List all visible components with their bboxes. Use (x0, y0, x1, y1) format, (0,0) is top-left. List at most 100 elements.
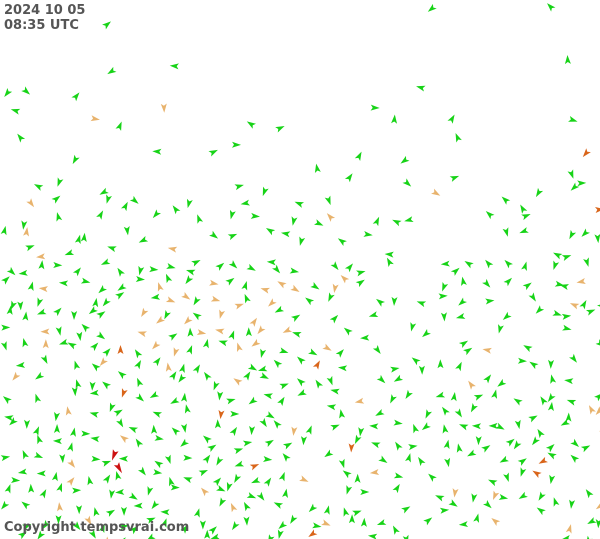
wind-arrow-icon (65, 406, 72, 416)
wind-arrow-icon (452, 488, 459, 498)
wind-arrow-icon (111, 449, 119, 461)
wind-arrow-icon (273, 359, 283, 369)
wind-arrow-icon (502, 227, 509, 237)
wind-arrow-icon (413, 423, 420, 434)
wind-arrow-icon (59, 338, 69, 345)
wind-arrow-icon (121, 201, 128, 212)
wind-arrow-icon (265, 227, 276, 236)
wind-arrow-icon (278, 347, 289, 354)
wind-arrow-icon (360, 517, 367, 527)
wind-arrow-icon (154, 434, 164, 441)
wind-arrow-icon (198, 469, 209, 477)
wind-arrow-icon (290, 284, 300, 292)
wind-arrow-icon (141, 307, 149, 317)
wind-arrow-icon (4, 88, 13, 97)
wind-arrow-icon (53, 424, 60, 434)
wind-arrow-icon (54, 411, 60, 422)
wind-arrow-icon (219, 497, 227, 507)
wind-arrow-icon (57, 502, 64, 512)
wind-arrow-icon (390, 366, 400, 373)
wind-arrow-icon (344, 173, 353, 183)
wind-arrow-icon (296, 378, 306, 387)
wind-arrow-icon (259, 372, 269, 379)
wind-arrow-icon (117, 345, 124, 354)
wind-arrow-icon (39, 489, 47, 499)
wind-arrow-icon (376, 374, 386, 384)
wind-arrow-icon (28, 483, 35, 493)
wind-arrow-icon (181, 291, 191, 300)
wind-arrow-icon (278, 520, 288, 529)
wind-arrow-icon (152, 469, 163, 476)
wind-arrow-icon (96, 331, 106, 340)
wind-arrow-icon (439, 507, 450, 514)
wind-arrow-icon (277, 281, 287, 289)
wind-arrow-icon (552, 309, 562, 316)
wind-arrow-icon (455, 313, 466, 319)
wind-arrow-icon (505, 438, 515, 447)
wind-arrow-icon (522, 282, 532, 291)
wind-arrow-icon (300, 436, 307, 446)
wind-arrow-icon (458, 340, 469, 348)
wind-arrow-icon (310, 281, 320, 290)
wind-arrow-icon (547, 452, 557, 460)
wind-arrow-icon (256, 491, 265, 501)
wind-arrow-icon (402, 534, 409, 539)
wind-arrow-icon (360, 489, 370, 495)
wind-arrow-icon (42, 339, 49, 349)
wind-arrow-icon (582, 148, 591, 158)
wind-arrow-icon (449, 175, 460, 182)
wind-arrow-icon (230, 502, 238, 513)
wind-arrow-icon (577, 180, 587, 187)
wind-arrow-icon (171, 427, 181, 436)
wind-arrow-icon (149, 266, 159, 273)
wind-arrow-icon (401, 506, 411, 514)
wind-arrow-icon (535, 187, 544, 198)
wind-arrow-icon (165, 273, 173, 284)
wind-arrow-icon (520, 204, 528, 214)
wind-arrow-icon (119, 435, 129, 444)
wind-arrow-icon (560, 418, 571, 426)
wind-arrow-icon (273, 502, 284, 509)
wind-arrow-icon (443, 439, 450, 450)
wind-arrow-icon (251, 338, 261, 347)
wind-arrow-icon (468, 380, 476, 390)
wind-arrow-icon (98, 284, 107, 294)
wind-arrow-icon (129, 195, 139, 204)
wind-arrow-icon (343, 507, 350, 517)
wind-arrow-icon (528, 292, 536, 302)
wind-arrow-icon (249, 317, 257, 327)
wind-arrow-icon (448, 499, 458, 507)
wind-arrow-icon (326, 404, 337, 411)
wind-arrow-icon (75, 379, 82, 389)
wind-arrow-icon (450, 267, 460, 276)
wind-arrow-icon (128, 492, 138, 500)
wind-arrow-icon (38, 286, 48, 293)
wind-arrow-icon (595, 207, 600, 214)
wind-arrow-icon (324, 449, 334, 458)
wind-arrow-icon (0, 455, 11, 462)
wind-arrow-icon (1, 324, 11, 331)
wind-arrow-icon (102, 474, 111, 484)
wind-arrow-icon (358, 427, 365, 437)
wind-arrow-icon (528, 415, 538, 423)
wind-arrow-icon (53, 307, 62, 317)
wind-arrow-icon (154, 460, 164, 469)
wind-arrow-icon (2, 396, 12, 405)
wind-arrow-icon (418, 456, 426, 467)
wind-arrow-icon (435, 495, 445, 502)
wind-arrow-icon (408, 444, 418, 451)
wind-arrow-icon (208, 149, 218, 157)
wind-arrow-icon (553, 260, 560, 270)
wind-arrow-icon (208, 526, 217, 535)
wind-arrow-icon (170, 484, 180, 491)
wind-arrow-icon (245, 327, 252, 337)
wind-arrow-icon (25, 245, 35, 252)
wind-arrow-icon (416, 85, 426, 92)
wind-arrow-icon (37, 434, 44, 445)
wind-arrow-icon (21, 501, 31, 510)
wind-arrow-icon (33, 184, 44, 191)
wind-arrow-icon (115, 121, 122, 131)
wind-arrow-icon (64, 249, 75, 256)
wind-arrow-icon (227, 233, 238, 241)
wind-arrow-icon (470, 403, 478, 413)
